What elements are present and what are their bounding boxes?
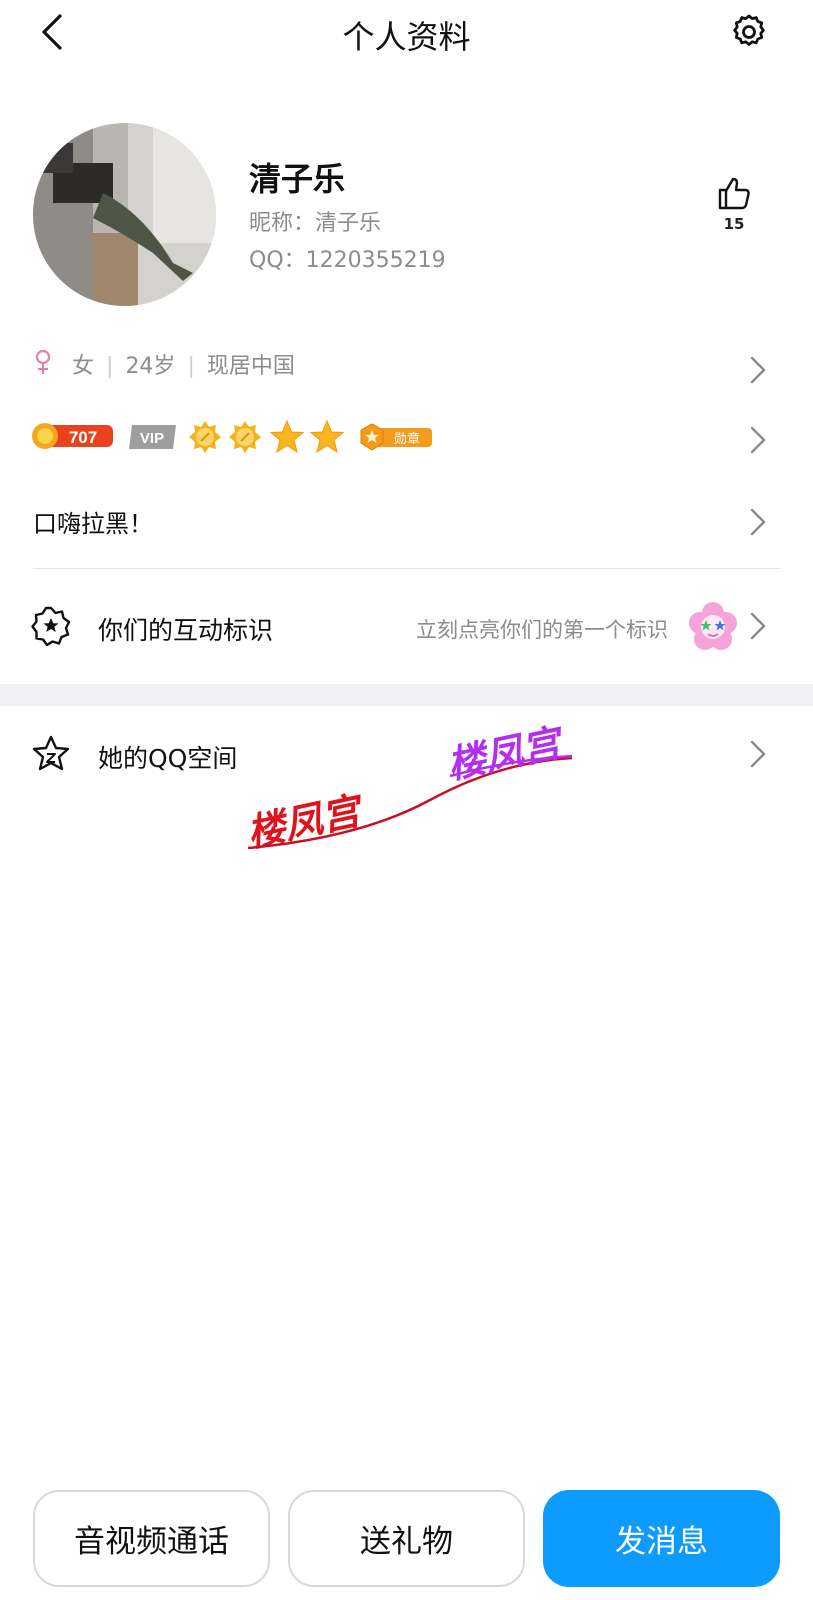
page-title: 个人资料 (342, 18, 471, 56)
medal-badge: 勋章 (360, 423, 434, 451)
chevron-right-icon (750, 740, 766, 768)
thumbs-up-icon (718, 177, 750, 210)
flower-icon (689, 602, 737, 650)
gender: 女 (72, 354, 95, 379)
nickname: 昵称：清子乐 (249, 211, 382, 236)
basic-info-row[interactable]: 女 | 24岁 | 现居中国 (0, 340, 813, 396)
interaction-label: 你们的互动标识 (98, 616, 274, 645)
star-level-icon (269, 420, 305, 454)
interaction-marks-row[interactable]: 你们的互动标识 立刻点亮你们的第一个标识 (0, 596, 813, 660)
avatar[interactable] (33, 123, 216, 306)
badge-star-icon (31, 606, 71, 646)
watermark-text-purple: 楼凤宫 (444, 720, 570, 787)
badges-row[interactable]: 707 VIP 勋章 (0, 418, 813, 462)
basic-info: 女 | 24岁 | 现居中国 (72, 354, 295, 379)
chevron-right-icon (750, 612, 766, 640)
send-message-button[interactable]: 发消息 (543, 1490, 780, 1587)
watermark-text-red: 楼凤宫 (243, 788, 369, 856)
gear-icon (733, 14, 765, 46)
qzone-star-icon (32, 735, 70, 771)
profile-header: 清子乐 昵称：清子乐 QQ：1220355219 15 (0, 120, 813, 310)
signature-row[interactable]: 口嗨拉黑！ (0, 496, 813, 552)
send-gift-button[interactable]: 送礼物 (288, 1490, 525, 1587)
settings-button[interactable] (729, 12, 769, 52)
chevron-right-icon (750, 356, 766, 384)
vip-label: VIP (140, 430, 164, 447)
star-level-icon (309, 420, 345, 454)
qzone-label: 她的QQ空间 (98, 744, 238, 773)
location: 现居中国 (206, 354, 295, 379)
signature: 口嗨拉黑！ (33, 510, 153, 538)
watermark: 楼凤宫 楼凤宫 (243, 720, 573, 856)
divider (33, 568, 780, 569)
top-bar: 个人资料 (0, 0, 813, 66)
vip-badge: VIP (129, 425, 176, 449)
like-button[interactable]: 15 (706, 175, 762, 245)
medal-label: 勋章 (394, 431, 420, 447)
female-icon (35, 349, 51, 374)
interaction-hint: 立刻点亮你们的第一个标识 (416, 618, 668, 642)
video-call-button[interactable]: 音视频通话 (33, 1490, 270, 1587)
chevron-right-icon (750, 426, 766, 454)
level-badge: 707 (31, 422, 115, 450)
sun-level-icon (229, 421, 261, 453)
display-name: 清子乐 (249, 160, 346, 198)
sun-level-icon (189, 421, 221, 453)
chevron-right-icon (750, 508, 766, 536)
section-gap (0, 684, 813, 706)
level-value: 707 (69, 428, 97, 447)
qq-number: QQ：1220355219 (249, 248, 446, 273)
like-count: 15 (723, 215, 745, 233)
age: 24岁 (125, 354, 176, 379)
action-bar: 音视频通话 送礼物 发消息 (0, 1490, 813, 1590)
